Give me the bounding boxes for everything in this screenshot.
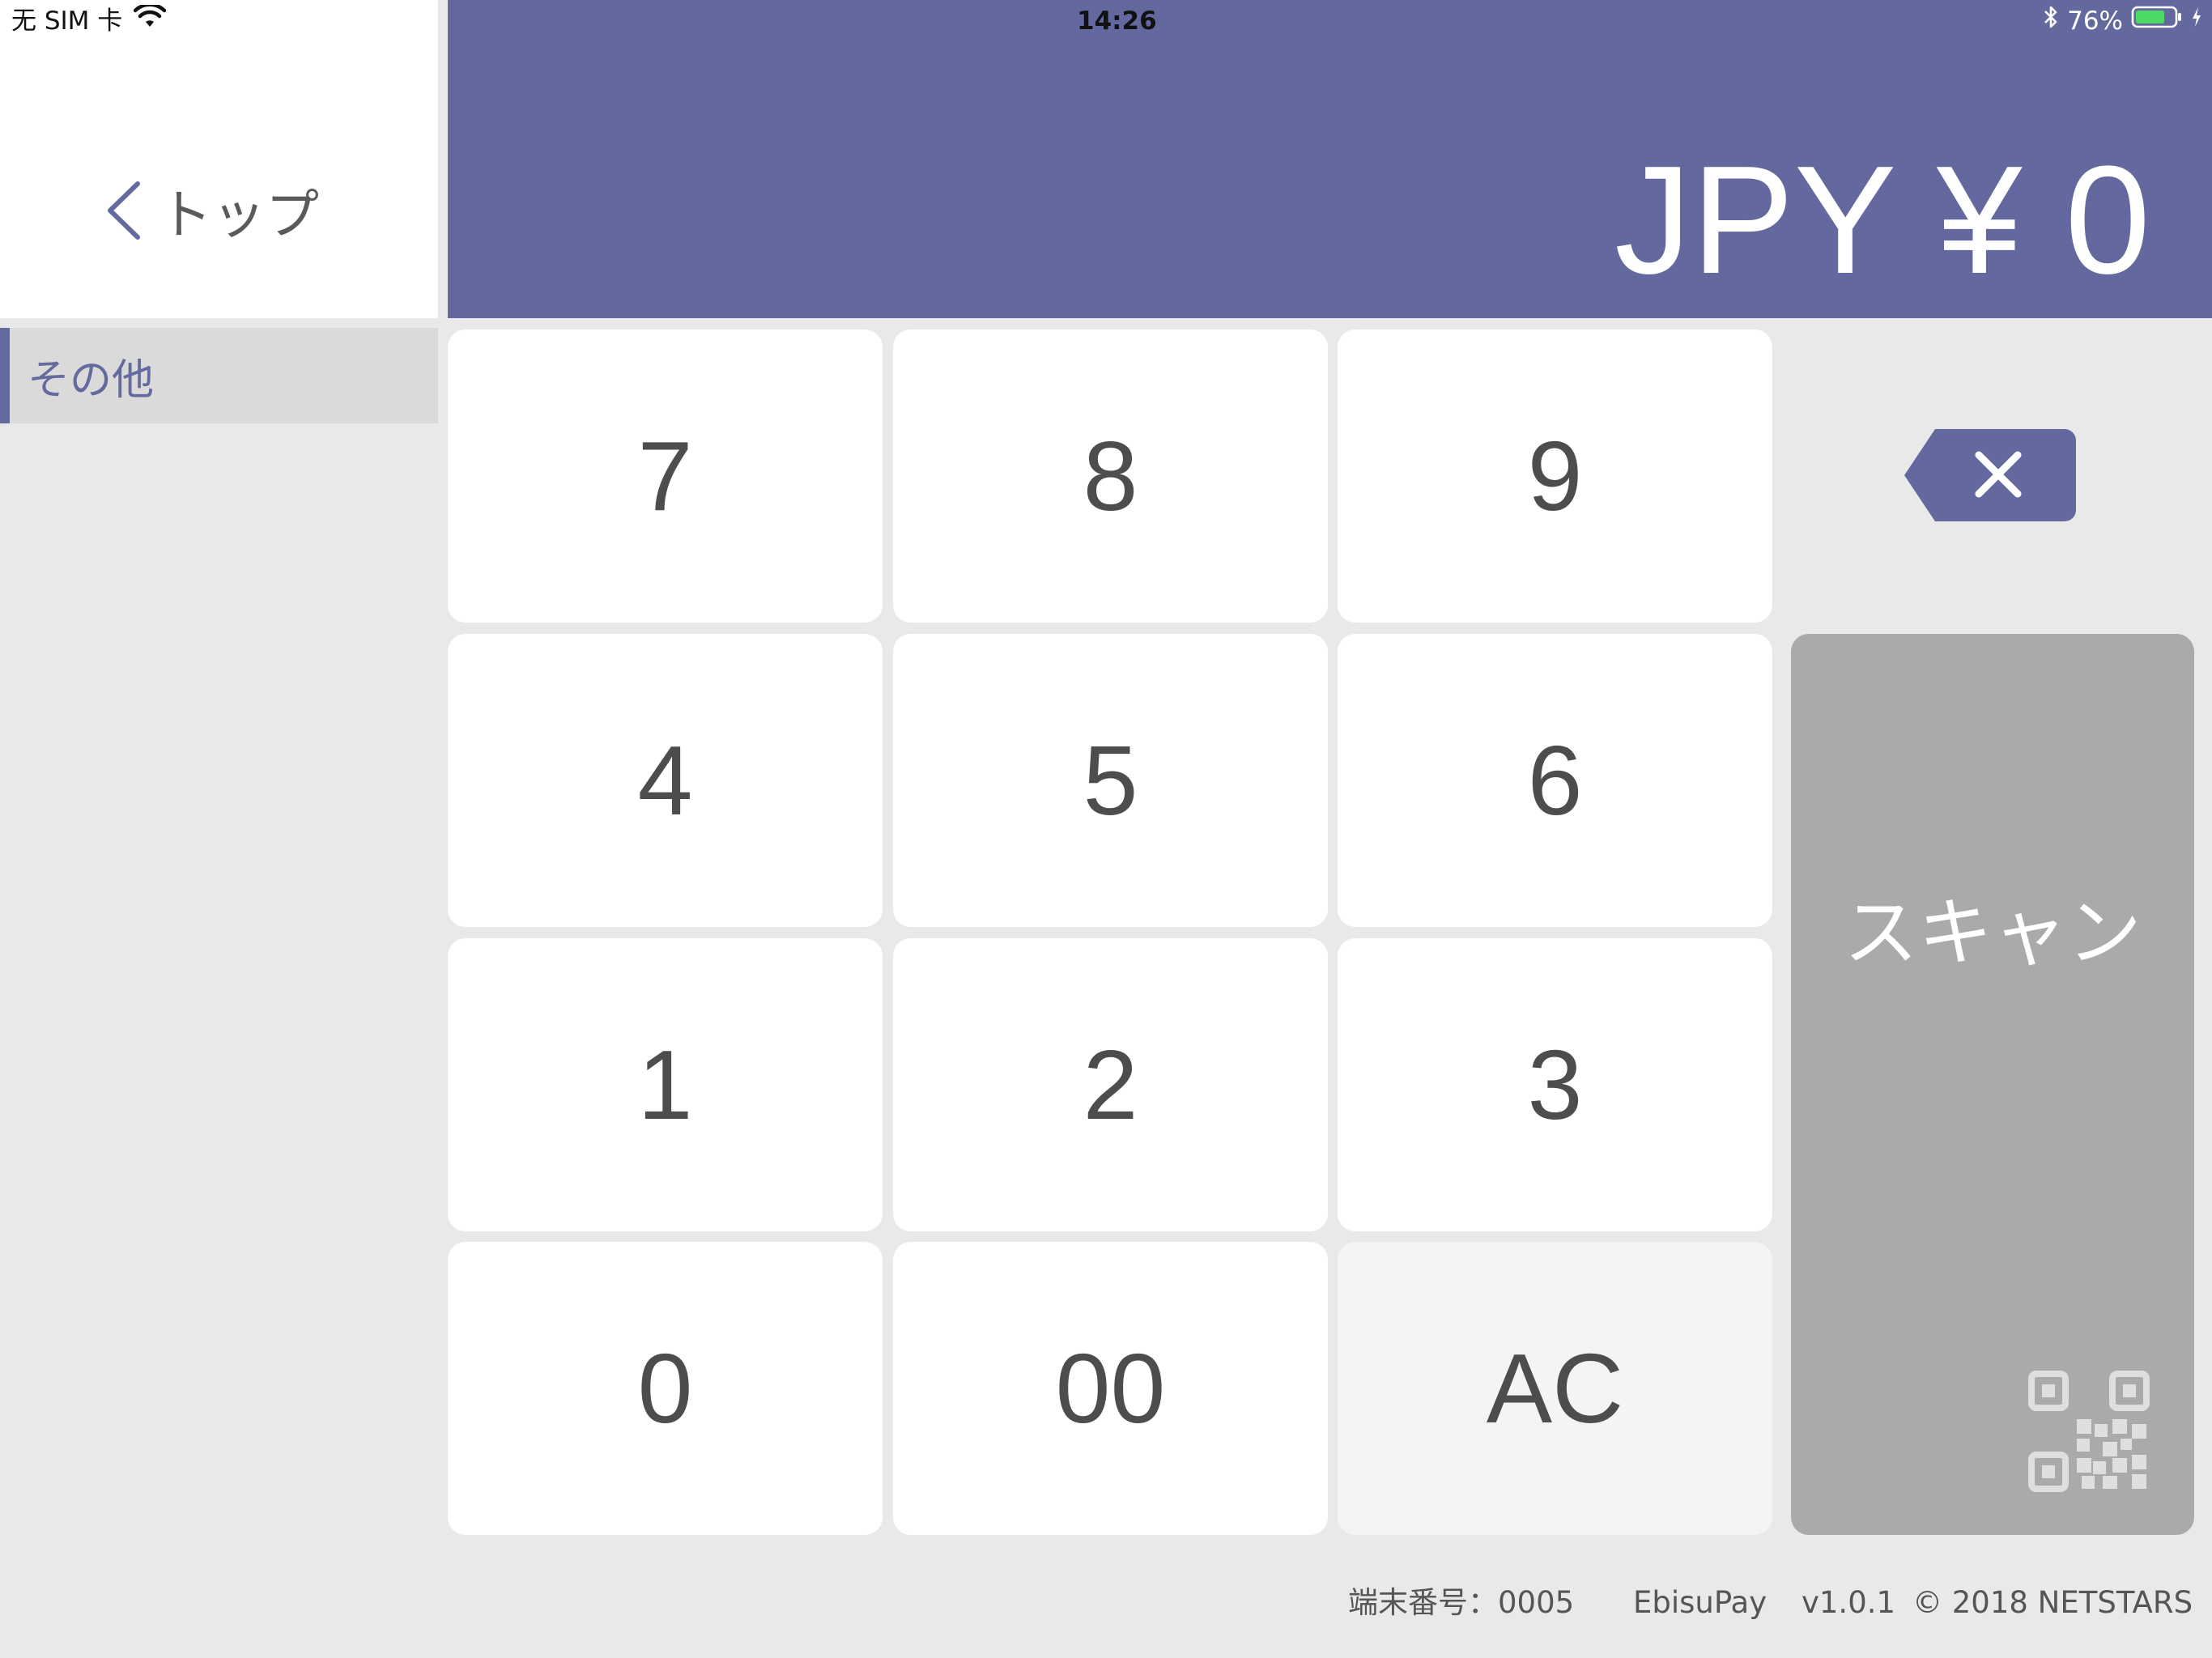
backspace-button[interactable] [1903,427,2081,523]
wifi-icon [134,0,167,42]
sidebar-item-other[interactable]: その他 [0,328,438,423]
status-time: 14:26 [1077,6,1157,36]
amount-display: JPY ¥ 0 [1614,134,2150,306]
battery-icon [2131,0,2183,42]
sidebar-item-label: その他 [28,355,155,405]
status-carrier: 无 SIM 卡 [11,0,167,42]
key-3[interactable]: 3 [1338,938,1772,1231]
amount-header: JPY ¥ 0 [448,0,2212,318]
sidebar-header [0,0,438,318]
terminal-number: 端末番号：0005 [1348,1585,1575,1620]
key-1[interactable]: 1 [448,938,883,1231]
bluetooth-icon [2043,0,2059,42]
scan-button[interactable]: スキャン [1791,634,2194,1535]
chevron-left-icon [105,181,141,240]
key-0[interactable]: 0 [448,1242,883,1535]
clear-button[interactable]: AC [1338,1242,1772,1535]
app-root: トップ その他 JPY ¥ 0 无 SIM 卡 14:26 76% 7 8 9 … [0,0,2212,1658]
app-version: v1.0.1 [1802,1585,1896,1620]
carrier-label: 无 SIM 卡 [11,6,123,36]
key-5[interactable]: 5 [893,634,1328,927]
scan-label: スキャン [1843,890,2142,976]
qr-code-icon [2028,1371,2150,1495]
charging-icon [2191,0,2202,42]
key-7[interactable]: 7 [448,329,883,623]
app-name: EbisuPay [1633,1585,1767,1620]
key-9[interactable]: 9 [1338,329,1772,623]
sidebar-divider [438,0,448,1658]
copyright: © 2018 NETSTARS [1912,1585,2193,1620]
backspace-icon [1903,429,2081,526]
battery-percent: 76% [2067,6,2123,36]
key-6[interactable]: 6 [1338,634,1772,927]
key-4[interactable]: 4 [448,634,883,927]
back-button[interactable]: トップ [105,174,319,247]
back-label: トップ [159,184,319,246]
key-00[interactable]: 00 [893,1242,1328,1535]
status-right: 76% [2043,0,2202,42]
key-2[interactable]: 2 [893,938,1328,1231]
key-8[interactable]: 8 [893,329,1328,623]
